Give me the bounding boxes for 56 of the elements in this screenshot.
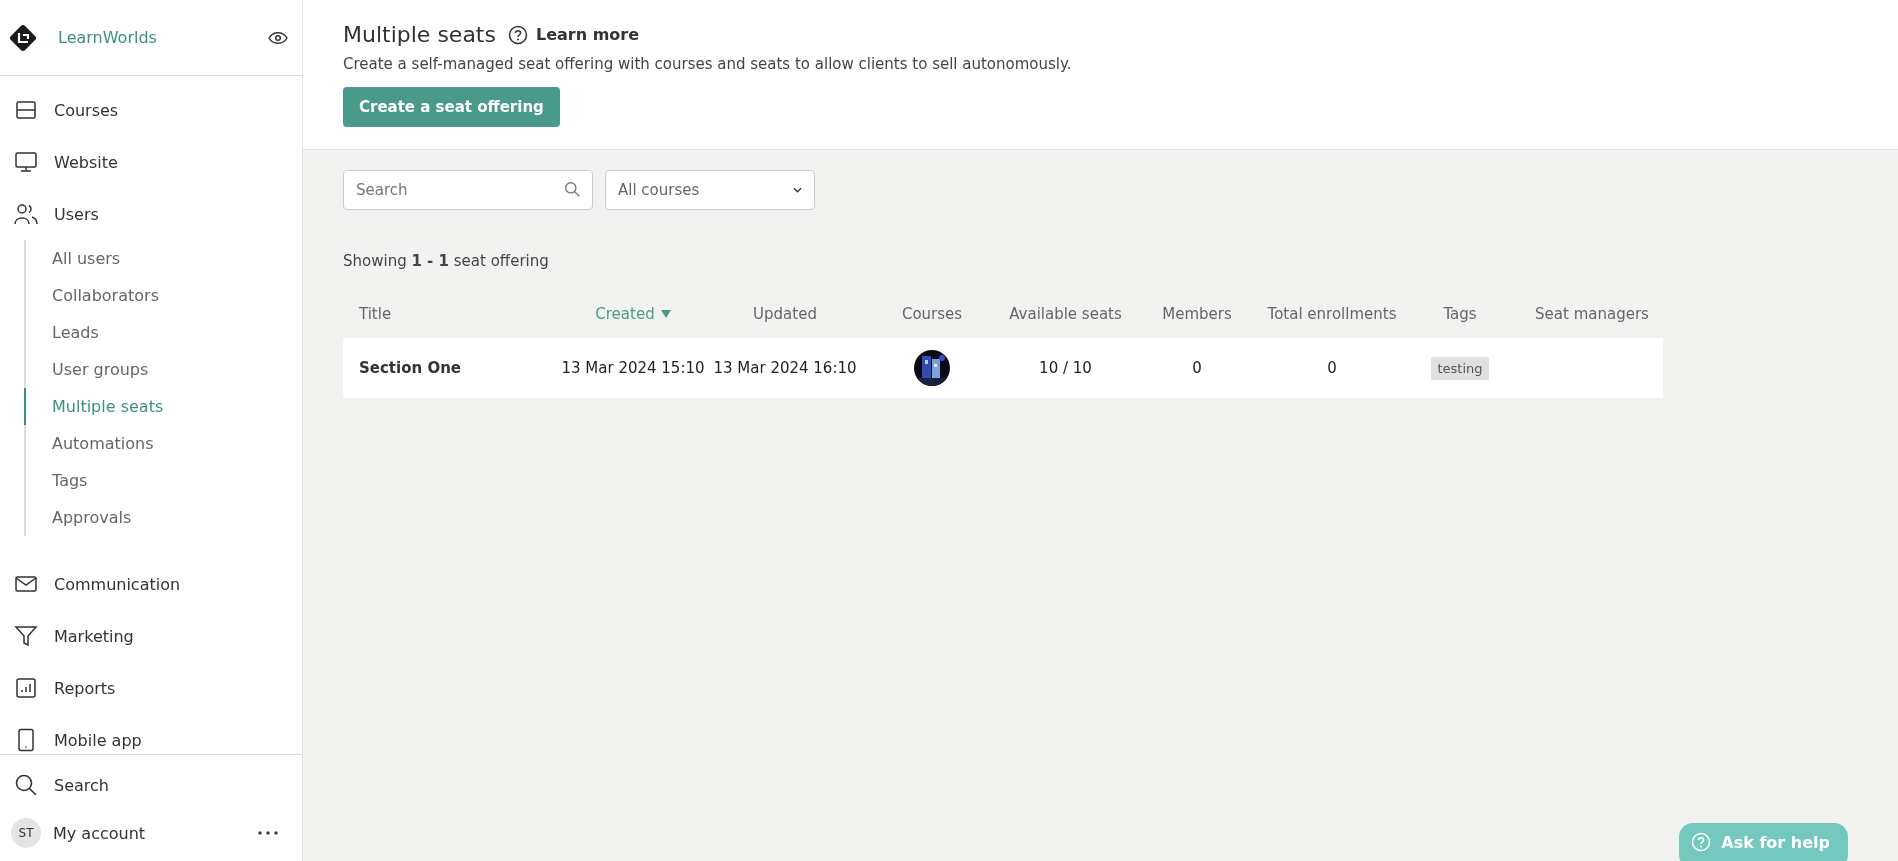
page-title: Multiple seats bbox=[343, 22, 496, 47]
more-icon[interactable] bbox=[258, 831, 278, 835]
results-summary: Showing 1 - 1 seat offering bbox=[343, 252, 550, 270]
column-header[interactable]: Total enrollments bbox=[1265, 305, 1399, 323]
sub-nav-item[interactable]: Automations bbox=[24, 425, 302, 462]
nav-item[interactable]: Marketing bbox=[0, 610, 302, 662]
nav-item[interactable]: Courses bbox=[0, 84, 302, 136]
learn-more-link[interactable]: Learn more bbox=[507, 24, 640, 45]
table-row[interactable]: Section One 13 Mar 2024 15:10 13 Mar 2024 16:10 10 / 10 0 0 testing bbox=[343, 338, 1663, 398]
column-header[interactable]: Title bbox=[343, 305, 558, 323]
help-icon bbox=[507, 24, 528, 45]
courses-dropdown[interactable]: All courses bbox=[605, 170, 815, 210]
tag: testing bbox=[1431, 356, 1489, 380]
offering-title: Section One bbox=[358, 359, 462, 377]
table-cell-text: 10 / 10 bbox=[1038, 359, 1093, 377]
table-cell-text: 0 bbox=[1191, 359, 1203, 377]
avatar[interactable]: ST bbox=[11, 818, 41, 848]
account-link[interactable]: My account bbox=[53, 823, 246, 843]
search-icon bbox=[14, 773, 38, 797]
search-field[interactable]: Search bbox=[343, 170, 593, 210]
search-nav-item[interactable]: Search bbox=[0, 761, 302, 809]
users-icon bbox=[14, 202, 38, 226]
sub-nav-item[interactable]: Multiple seats bbox=[24, 388, 302, 425]
column-header[interactable]: Courses bbox=[862, 305, 1002, 323]
column-header[interactable]: Created bbox=[558, 305, 708, 323]
brand-name[interactable]: LearnWorlds bbox=[58, 28, 248, 47]
sub-nav-item[interactable]: Approvals bbox=[24, 499, 302, 536]
table-cell-text: 13 Mar 2024 15:10 bbox=[560, 359, 706, 377]
funnel-icon bbox=[14, 624, 38, 648]
sub-nav-item[interactable]: Collaborators bbox=[24, 277, 302, 314]
page-description: Create a self-managed seat offering with courses and seats to allow clients to sell autonomously. bbox=[343, 55, 1073, 73]
nav-item[interactable]: Mobile app bbox=[0, 714, 302, 754]
nav-item[interactable]: Reports bbox=[0, 662, 302, 714]
monitor-icon bbox=[14, 150, 38, 174]
sub-nav-item[interactable]: User groups bbox=[24, 351, 302, 388]
eye-icon[interactable] bbox=[268, 30, 288, 45]
nav-item[interactable]: Users bbox=[0, 188, 302, 240]
chart-icon bbox=[14, 676, 38, 700]
table-cell-text: 13 Mar 2024 16:10 bbox=[712, 359, 858, 377]
column-header[interactable]: Available seats bbox=[1002, 305, 1129, 323]
sub-nav-item[interactable]: Tags bbox=[24, 462, 302, 499]
sort-descending-icon bbox=[660, 310, 671, 318]
sub-nav-item[interactable]: All users bbox=[24, 240, 302, 277]
nav-item[interactable]: Communication bbox=[0, 558, 302, 610]
table-cell-text: 0 bbox=[1326, 359, 1338, 377]
column-header[interactable]: Tags bbox=[1399, 305, 1521, 323]
sub-nav-item[interactable]: Leads bbox=[24, 314, 302, 351]
column-header[interactable]: Seat managers bbox=[1521, 305, 1663, 323]
search-icon bbox=[564, 181, 581, 198]
column-header[interactable]: Members bbox=[1129, 305, 1265, 323]
help-icon bbox=[1691, 832, 1712, 852]
column-header[interactable]: Updated bbox=[708, 305, 862, 323]
courses-icon bbox=[14, 98, 38, 122]
chevron-icon bbox=[793, 187, 802, 193]
nav-item[interactable]: Website bbox=[0, 136, 302, 188]
create-seat-offering-button[interactable]: Create a seat offering bbox=[343, 87, 560, 127]
